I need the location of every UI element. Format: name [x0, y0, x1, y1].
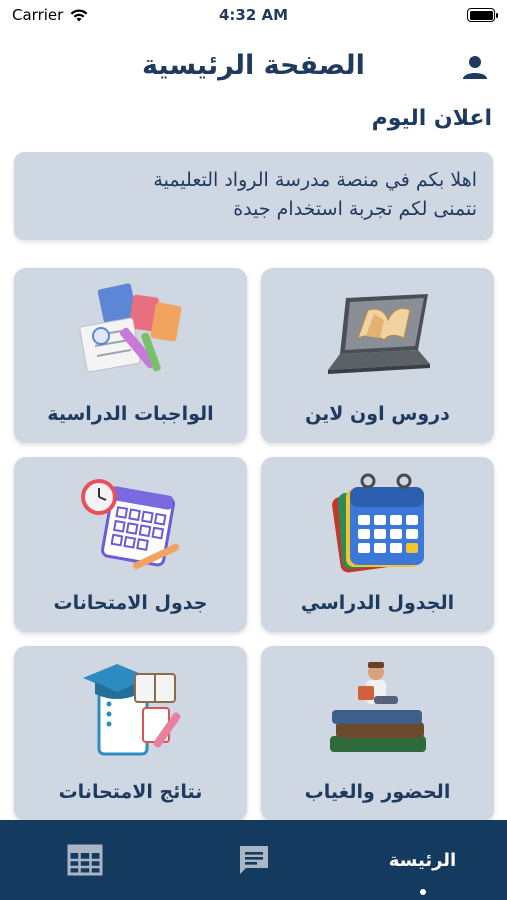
tab-home[interactable]: الرئيسة	[338, 820, 507, 900]
announcement-card: اهلا بكم في منصة مدرسة الرواد التعليمية …	[14, 152, 493, 240]
card-homework-label: الواجبات الدراسية	[47, 403, 214, 425]
homework-supplies-icon	[78, 283, 181, 373]
header: الصفحة الرئيسية	[0, 40, 507, 90]
active-tab-indicator	[419, 889, 426, 895]
student-reading-icon	[329, 662, 426, 752]
card-attendance[interactable]: الحضور والغياب	[261, 646, 494, 821]
card-exam-results-label: نتائج الامتحانات	[58, 781, 203, 803]
card-online-lessons-label: دروس اون لاين	[305, 403, 450, 425]
profile-icon[interactable]	[460, 52, 490, 82]
graduation-results-icon	[82, 664, 181, 756]
announcement-line-2: نتمنى لكم تجربة استخدام جيدة	[233, 198, 477, 220]
tab-home-label: الرئيسة	[388, 849, 457, 871]
calendar-icon	[331, 473, 424, 573]
tab-timetable[interactable]	[0, 820, 169, 900]
card-schedule-label: الجدول الدراسي	[300, 592, 455, 614]
announcement-section-title: اعلان اليوم	[371, 106, 492, 131]
card-online-lessons[interactable]: دروس اون لاين	[261, 268, 494, 443]
tab-messages[interactable]	[169, 820, 338, 900]
card-exam-schedule[interactable]: جدول الامتحانات	[14, 457, 247, 632]
card-attendance-label: الحضور والغياب	[304, 781, 451, 803]
card-exam-schedule-label: جدول الامتحانات	[53, 592, 208, 614]
card-schedule[interactable]: الجدول الدراسي	[261, 457, 494, 632]
status-time: 4:32 AM	[218, 6, 289, 24]
message-icon	[239, 846, 268, 874]
exam-calendar-clock-icon	[80, 479, 179, 570]
announcement-line-1: اهلا بكم في منصة مدرسة الرواد التعليمية	[153, 169, 477, 191]
laptop-book-icon	[327, 294, 430, 374]
card-homework[interactable]: الواجبات الدراسية	[14, 268, 247, 443]
card-exam-results[interactable]: نتائج الامتحانات	[14, 646, 247, 821]
tab-bar: الرئيسة	[0, 820, 507, 900]
page-title: الصفحة الرئيسية	[142, 49, 365, 81]
table-icon	[67, 844, 102, 876]
